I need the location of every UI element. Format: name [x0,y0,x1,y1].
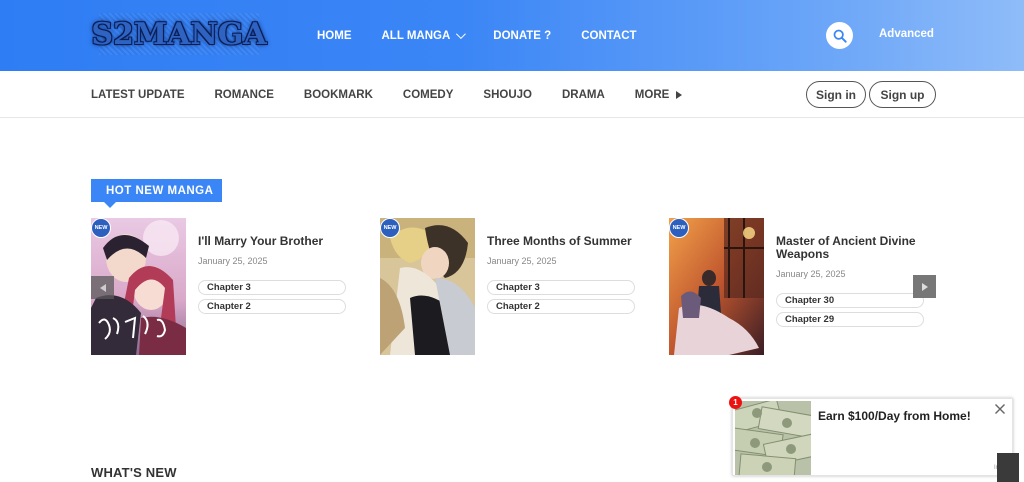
manga-cover[interactable]: NEW [669,218,764,355]
nav-all-manga[interactable]: ALL MANGA [381,29,467,42]
subnav-comedy[interactable]: COMEDY [403,89,453,101]
manga-title[interactable]: I'll Marry Your Brother [198,235,358,248]
manga-date: January 25, 2025 [776,269,846,279]
chevron-left-icon [99,283,106,292]
subnav-more-label: MORE [634,88,670,101]
hot-new-manga-heading: HOT NEW MANGA [91,179,222,208]
manga-title[interactable]: Three Months of Summer [487,235,647,248]
ad-notification-badge: 1 [729,396,742,409]
main-nav: HOME ALL MANGA DONATE ? CONTACT [317,0,667,71]
scroll-top-button[interactable] [997,453,1019,482]
nav-donate-label: DONATE ? [493,29,552,42]
ad-image[interactable] [735,401,811,475]
nav-contact[interactable]: CONTACT [581,30,636,42]
nav-home[interactable]: HOME [317,30,352,42]
cover-image [380,218,475,355]
ad-popup[interactable]: 1 Earn $100/Day from Home! Info [729,396,1013,476]
subnav-drama[interactable]: DRAMA [562,89,605,101]
subnav-more[interactable]: MORE [635,89,683,101]
signin-button[interactable]: Sign in [806,81,866,108]
chapter-link[interactable]: Chapter 2 [198,299,346,314]
search-icon [833,29,847,43]
ad-headline[interactable]: Earn $100/Day from Home! [818,409,971,423]
search-button[interactable] [826,22,853,49]
chapter-link[interactable]: Chapter 3 [487,280,635,295]
nav-home-label: HOME [317,29,352,42]
top-header: S2MANGA HOME ALL MANGA DONATE ? CONTACT … [0,0,1024,71]
manga-cover[interactable]: NEW [380,218,475,355]
chapter-link[interactable]: Chapter 3 [198,280,346,295]
manga-card[interactable]: NEW I'll Marry Your Brother January 25, … [91,218,361,355]
manga-card[interactable]: NEW Master of Ancient Divine Weapons Jan… [669,218,939,355]
money-image [735,401,811,475]
subnav-romance[interactable]: ROMANCE [215,89,274,101]
slider-prev-button[interactable] [91,276,114,299]
manga-card[interactable]: NEW Three Months of Summer January 25, 2… [380,218,650,355]
advanced-search-link[interactable]: Advanced [879,28,934,40]
manga-title[interactable]: Master of Ancient Divine Weapons [776,235,936,261]
whats-new-heading: WHAT'S NEW [91,465,177,480]
hot-new-manga-heading-text: HOT NEW MANGA [106,184,214,197]
close-icon[interactable] [994,403,1006,415]
chevron-down-icon [456,29,467,40]
new-badge: NEW [91,218,111,238]
subnav-bookmark[interactable]: BOOKMARK [304,89,373,101]
signup-button[interactable]: Sign up [869,81,936,108]
chevron-right-icon [921,282,928,291]
cover-image [669,218,764,355]
subnav-shoujo[interactable]: SHOUJO [483,89,532,101]
caret-right-icon [676,90,683,99]
nav-donate[interactable]: DONATE ? [493,30,551,42]
chapter-link[interactable]: Chapter 30 [776,293,924,308]
chapter-link[interactable]: Chapter 29 [776,312,924,327]
chapter-link[interactable]: Chapter 2 [487,299,635,314]
manga-date: January 25, 2025 [198,256,268,266]
nav-all-manga-label: ALL MANGA [381,29,451,42]
site-logo[interactable]: S2MANGA [91,13,267,55]
new-badge: NEW [669,218,689,238]
new-badge: NEW [380,218,400,238]
subnav-latest-update[interactable]: LATEST UPDATE [91,89,185,101]
slider-next-button[interactable] [913,275,936,298]
nav-contact-label: CONTACT [581,29,637,42]
manga-date: January 25, 2025 [487,256,557,266]
